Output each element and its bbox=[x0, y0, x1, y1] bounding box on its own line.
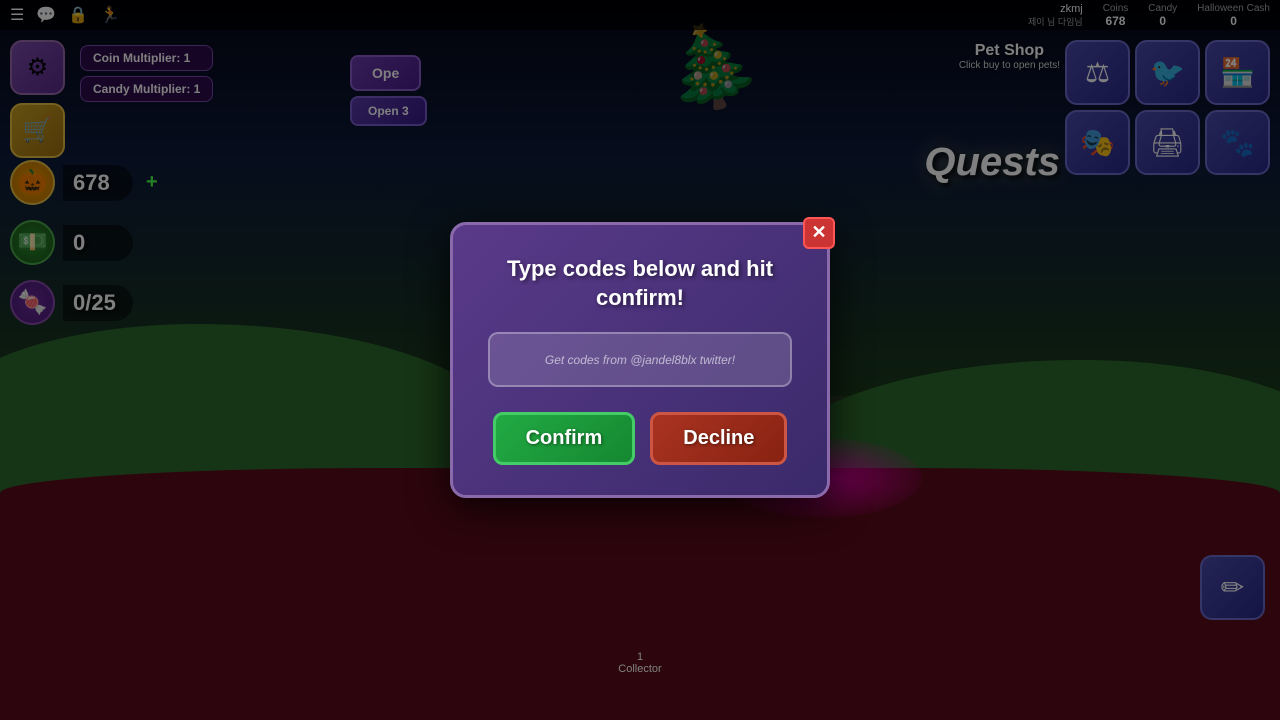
close-icon: ✕ bbox=[811, 222, 826, 243]
dialog-close-button[interactable]: ✕ bbox=[803, 217, 835, 249]
dialog-buttons: Confirm Decline bbox=[488, 412, 792, 465]
code-input-area[interactable]: Get codes from @jandel8blx twitter! bbox=[488, 332, 792, 387]
code-input-placeholder: Get codes from @jandel8blx twitter! bbox=[545, 353, 735, 367]
code-dialog: ✕ Type codes below and hit confirm! Get … bbox=[450, 222, 830, 498]
modal-overlay: ✕ Type codes below and hit confirm! Get … bbox=[0, 0, 1280, 720]
dialog-title: Type codes below and hit confirm! bbox=[488, 255, 792, 312]
confirm-button[interactable]: Confirm bbox=[493, 412, 636, 465]
decline-button[interactable]: Decline bbox=[650, 412, 787, 465]
